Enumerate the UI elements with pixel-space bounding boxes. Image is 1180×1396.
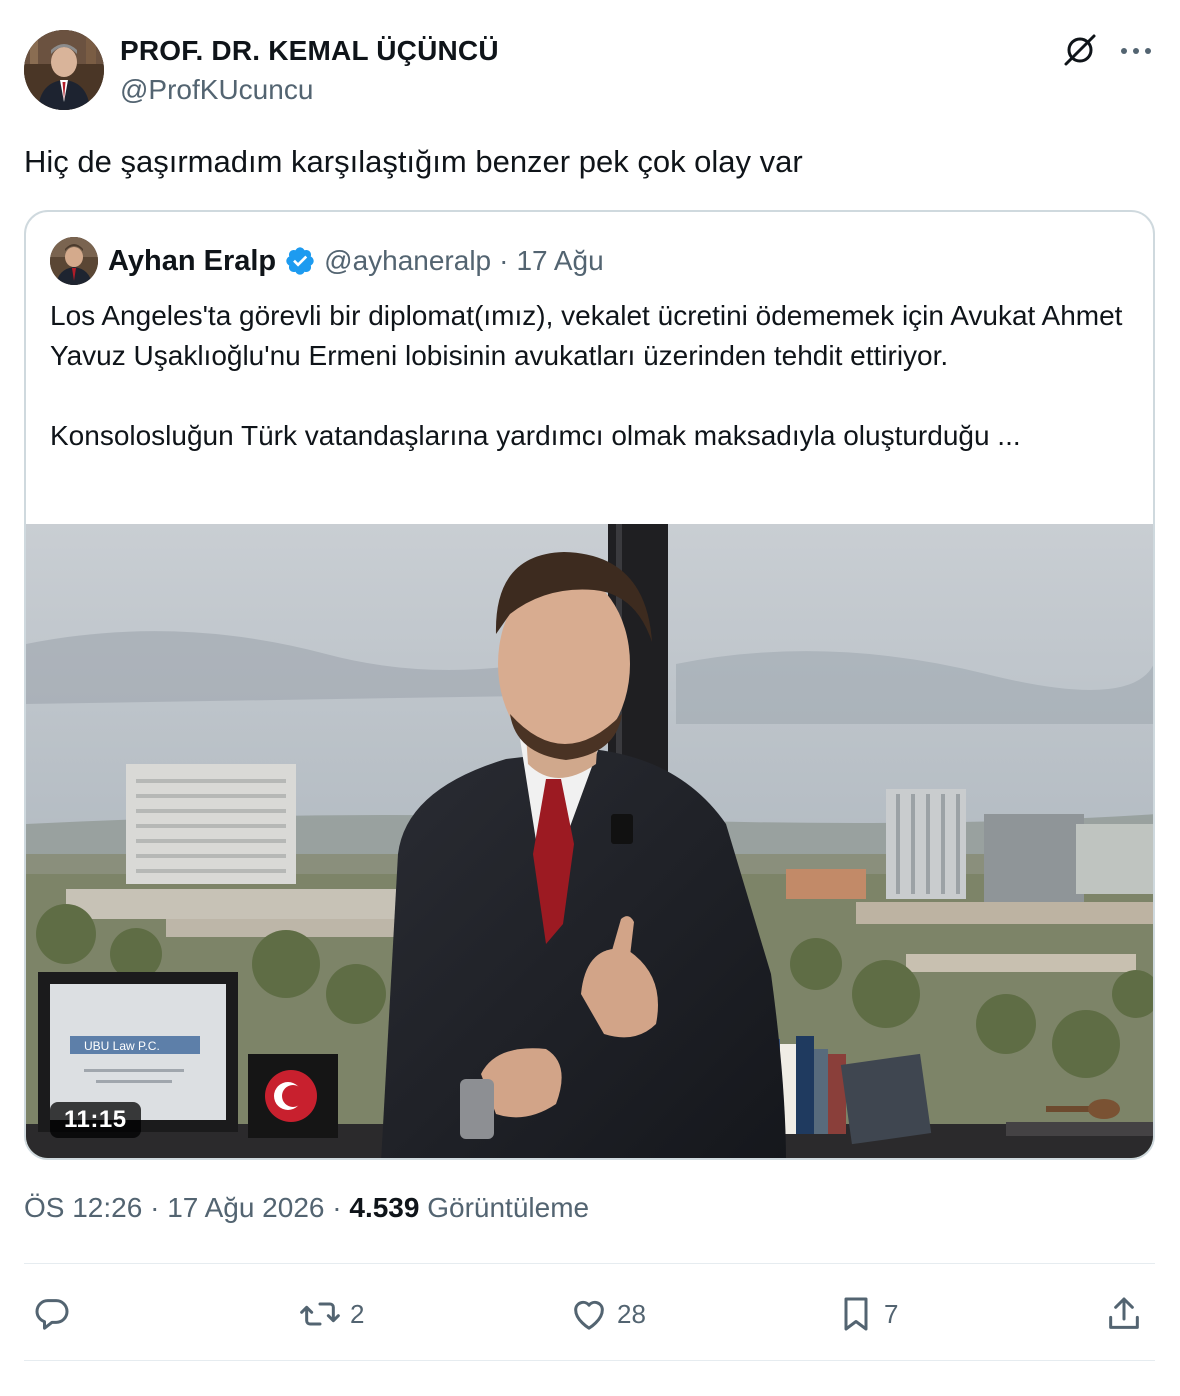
video-thumbnail: UBU Law P.C.: [26, 524, 1153, 1158]
views-count: 4.539: [349, 1192, 420, 1223]
tweet-time[interactable]: ÖS 12:26: [24, 1192, 142, 1223]
divider: [24, 1360, 1155, 1361]
quoted-date[interactable]: 17 Ağu: [516, 245, 603, 277]
video-player[interactable]: UBU Law P.C. 11:15: [26, 524, 1153, 1158]
like-count: 28: [617, 1298, 646, 1329]
quoted-header: Ayhan Eralp @ayhaneralp · 17 Ağu: [50, 236, 604, 286]
retweet-button[interactable]: 2: [298, 1284, 364, 1344]
views-label: Görüntüleme: [427, 1192, 590, 1223]
reply-button[interactable]: [32, 1284, 80, 1344]
certificate-text: UBU Law P.C.: [84, 1039, 160, 1053]
quoted-author-name[interactable]: Ayhan Eralp: [108, 245, 276, 278]
meta-separator: ·: [150, 1192, 160, 1223]
retweet-count: 2: [350, 1298, 365, 1329]
quoted-author-handle[interactable]: @ayhaneralp: [324, 245, 491, 277]
retweet-icon: [298, 1294, 342, 1334]
quoted-avatar[interactable]: [50, 237, 98, 285]
grok-icon: [1062, 32, 1098, 73]
more-icon: [1120, 43, 1152, 61]
like-button[interactable]: 28: [569, 1284, 646, 1344]
like-icon: [569, 1294, 609, 1334]
share-button[interactable]: [1104, 1284, 1144, 1344]
author-info: PROF. DR. KEMAL ÜÇÜNCÜ @ProfKUcuncu: [120, 34, 499, 108]
author-name[interactable]: PROF. DR. KEMAL ÜÇÜNCÜ: [120, 34, 499, 68]
author-avatar[interactable]: [24, 30, 104, 110]
verified-icon: [284, 245, 316, 277]
bookmark-icon: [836, 1294, 876, 1334]
bookmark-count: 7: [884, 1298, 899, 1329]
tweet-header: PROF. DR. KEMAL ÜÇÜNCÜ @ProfKUcuncu: [24, 30, 1156, 110]
tweet-date[interactable]: 17 Ağu 2026: [167, 1192, 324, 1223]
quoted-separator: ·: [499, 245, 509, 276]
quoted-tweet[interactable]: Ayhan Eralp @ayhaneralp · 17 Ağu Los Ang…: [24, 210, 1155, 1160]
divider: [24, 1263, 1155, 1264]
reply-icon: [32, 1294, 72, 1334]
meta-separator: ·: [332, 1192, 342, 1223]
more-button[interactable]: [1116, 32, 1156, 72]
action-bar: 2 28 7: [24, 1284, 1155, 1344]
author-handle[interactable]: @ProfKUcuncu: [120, 72, 499, 108]
tweet-text: Hiç de şaşırmadım karşılaştığım benzer p…: [24, 144, 803, 179]
video-duration: 11:15: [50, 1102, 141, 1138]
tweet-meta: ÖS 12:26 · 17 Ağu 2026 · 4.539 Görüntüle…: [24, 1192, 589, 1224]
quoted-paragraph-1: Los Angeles'ta görevli bir diplomat(ımız…: [50, 300, 1123, 371]
quoted-paragraph-2: Konsolosluğun Türk vatandaşlarına yardım…: [50, 420, 1021, 451]
bookmark-button[interactable]: 7: [836, 1284, 898, 1344]
share-icon: [1104, 1294, 1144, 1334]
grok-button[interactable]: [1060, 32, 1100, 72]
quoted-text: Los Angeles'ta görevli bir diplomat(ımız…: [50, 296, 1130, 456]
